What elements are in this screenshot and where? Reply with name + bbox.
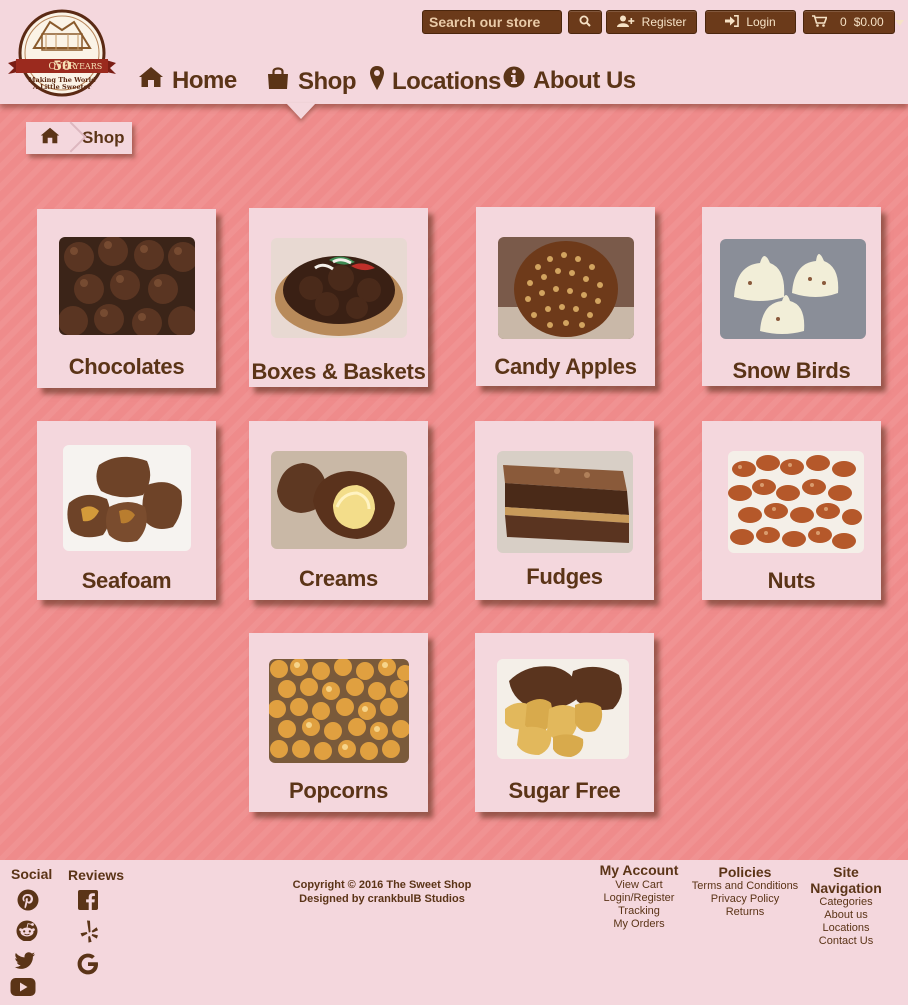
reddit-icon[interactable]	[15, 919, 39, 943]
category-title[interactable]: Popcorns	[249, 778, 428, 804]
view-cart-link[interactable]: View Cart	[596, 879, 682, 892]
search-button[interactable]	[568, 10, 602, 34]
login-button[interactable]: Login	[705, 10, 796, 34]
home-icon	[138, 66, 164, 95]
category-card-candy-apples[interactable]: Candy Apples	[476, 207, 655, 386]
category-card-nuts[interactable]: Nuts	[702, 421, 881, 600]
cart-total: $0.00	[853, 15, 884, 29]
category-title[interactable]: Sugar Free	[475, 778, 654, 804]
category-card-fudges[interactable]: Fudges	[475, 421, 654, 600]
category-title[interactable]: Seafoam	[37, 568, 216, 594]
category-card-snow-birds[interactable]: Snow Birds	[702, 207, 881, 386]
site-header: OVER 50 YEARS Making The World A Little …	[0, 0, 908, 104]
yelp-icon[interactable]	[79, 920, 103, 944]
locations-link[interactable]: Locations	[796, 922, 896, 935]
login-register-link[interactable]: Login/Register	[596, 892, 682, 905]
footer-my-account: My Account View Cart Login/Register Trac…	[596, 862, 682, 931]
footer-policies: Policies Terms and Conditions Privacy Po…	[690, 864, 800, 919]
nav-locations-label: Locations	[392, 67, 501, 95]
nav-home[interactable]: Home	[138, 66, 237, 95]
category-title[interactable]: Snow Birds	[702, 358, 881, 384]
user-plus-icon	[616, 15, 635, 30]
contact-us-link[interactable]: Contact Us	[796, 935, 896, 948]
sign-in-icon	[725, 14, 740, 30]
category-card-popcorns[interactable]: Popcorns	[249, 633, 428, 812]
breadcrumb-home[interactable]	[26, 122, 74, 154]
category-image[interactable]	[728, 451, 864, 553]
copyright-line: Copyright © 2016 The Sweet Shop	[292, 879, 472, 891]
category-title[interactable]: Boxes & Baskets	[249, 359, 428, 385]
search-icon	[579, 15, 591, 30]
category-card-seafoam[interactable]: Seafoam	[37, 421, 216, 600]
pinterest-icon[interactable]	[17, 889, 41, 913]
search-input[interactable]	[422, 10, 562, 34]
nav-about-us[interactable]: About Us	[503, 66, 636, 95]
copyright: Copyright © 2016 The Sweet Shop Designed…	[270, 878, 494, 906]
nav-about-us-label: About Us	[533, 66, 636, 94]
svg-text:50: 50	[53, 59, 71, 74]
designer-credit[interactable]: Designed by crankbulB Studios	[270, 892, 494, 906]
tracking-link[interactable]: Tracking	[596, 905, 682, 918]
map-marker-icon	[370, 66, 384, 97]
returns-link[interactable]: Returns	[690, 906, 800, 919]
my-account-heading: My Account	[599, 862, 679, 878]
terms-link[interactable]: Terms and Conditions	[690, 880, 800, 893]
site-navigation-heading: Site Navigation	[810, 864, 882, 896]
svg-text:A Little Sweeter: A Little Sweeter	[32, 83, 92, 91]
nav-shop[interactable]: Shop	[266, 66, 357, 97]
google-icon[interactable]	[77, 953, 101, 977]
category-title[interactable]: Fudges	[475, 564, 654, 590]
register-label: Register	[641, 15, 687, 29]
facebook-icon[interactable]	[78, 890, 102, 914]
cart-button[interactable]: 0 $0.00	[803, 10, 904, 34]
my-orders-link[interactable]: My Orders	[596, 918, 682, 931]
site-logo[interactable]: OVER 50 YEARS Making The World A Little …	[6, 8, 118, 98]
policies-heading: Policies	[718, 864, 772, 880]
category-image[interactable]	[269, 659, 409, 763]
category-image[interactable]	[497, 659, 629, 759]
category-image[interactable]	[497, 451, 633, 553]
info-circle-icon	[503, 66, 525, 95]
category-image[interactable]	[63, 445, 191, 551]
svg-text:YEARS: YEARS	[73, 62, 102, 71]
categories-link[interactable]: Categories	[796, 896, 896, 909]
reviews-heading: Reviews	[68, 867, 125, 883]
category-title[interactable]: Chocolates	[37, 354, 216, 380]
category-image[interactable]	[59, 237, 195, 335]
active-nav-pointer	[286, 103, 316, 119]
category-image[interactable]	[271, 451, 407, 549]
youtube-icon[interactable]	[10, 977, 36, 1001]
category-title[interactable]: Candy Apples	[476, 354, 655, 380]
breadcrumb: Shop	[26, 122, 132, 154]
category-image[interactable]	[720, 239, 866, 339]
footer-site-navigation: Site Navigation Categories About us Loca…	[796, 864, 896, 948]
category-title[interactable]: Creams	[249, 566, 428, 592]
breadcrumb-current: Shop	[82, 128, 125, 147]
category-card-creams[interactable]: Creams	[249, 421, 428, 600]
nav-locations[interactable]: Locations	[370, 66, 501, 97]
register-button[interactable]: Register	[606, 10, 697, 34]
shopping-cart-icon	[812, 14, 828, 30]
category-image[interactable]	[271, 238, 407, 338]
shopping-bag-icon	[266, 66, 290, 97]
category-card-boxes-baskets[interactable]: Boxes & Baskets	[249, 208, 428, 387]
category-image[interactable]	[498, 237, 634, 339]
privacy-policy-link[interactable]: Privacy Policy	[690, 893, 800, 906]
about-us-link[interactable]: About us	[796, 909, 896, 922]
category-card-chocolates[interactable]: Chocolates	[37, 209, 216, 388]
nav-shop-label: Shop	[298, 67, 357, 95]
category-title[interactable]: Nuts	[702, 568, 881, 594]
cart-count: 0	[840, 15, 847, 29]
nav-home-label: Home	[172, 66, 237, 94]
category-card-sugar-free[interactable]: Sugar Free	[475, 633, 654, 812]
twitter-icon[interactable]	[14, 951, 38, 975]
home-icon	[40, 127, 60, 149]
login-label: Login	[746, 15, 776, 29]
social-heading: Social	[11, 866, 53, 882]
caret-down-icon	[894, 15, 904, 29]
